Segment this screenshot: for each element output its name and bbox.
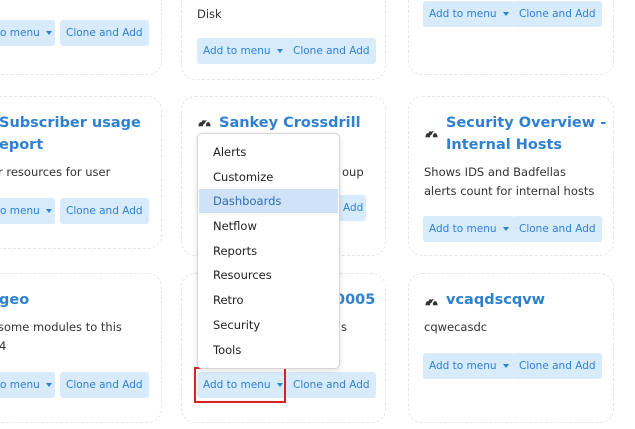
add-to-menu-label: Add to menu: [429, 8, 497, 20]
clone-and-add-button-sankey-fragment[interactable]: Add: [340, 195, 366, 221]
menu-item-reports[interactable]: Reports: [199, 239, 338, 263]
caret-down-icon: [502, 364, 509, 368]
clone-and-add-button-top-middle[interactable]: Clone and Add: [287, 38, 376, 64]
card-description: Shows IDS and Badfellas: [424, 165, 566, 179]
card-description-line2: 4: [0, 339, 7, 353]
menu-item-tools[interactable]: Tools: [199, 338, 338, 362]
menu-item-security[interactable]: Security: [199, 313, 338, 337]
add-to-menu-button-top-right[interactable]: Add to menu: [423, 1, 515, 27]
clone-and-add-label: Clone and Add: [293, 379, 370, 391]
clone-and-add-button-security[interactable]: Clone and Add: [513, 216, 602, 242]
clone-and-add-button-top-right[interactable]: Clone and Add: [513, 1, 602, 27]
menu-item-resources[interactable]: Resources: [199, 263, 338, 287]
add-to-menu-label: o menu: [0, 27, 40, 39]
dashboard-gauge-icon: [425, 129, 438, 138]
add-to-menu-button-vcaqdscqvw[interactable]: Add to menu: [423, 353, 515, 379]
card-description: Disk: [197, 7, 222, 21]
caret-down-icon: [502, 227, 509, 231]
card-description-fragment: oup: [342, 165, 364, 179]
card-description-line2: alerts count for internal hosts: [424, 184, 595, 198]
card-title-fragment[interactable]: 0005: [335, 290, 375, 310]
add-to-menu-button-top-middle[interactable]: Add to menu: [197, 38, 289, 64]
card-title[interactable]: vcaqdscqvw: [446, 290, 545, 310]
clone-and-add-button-subscriber[interactable]: Clone and Add: [60, 198, 149, 224]
clone-and-add-label: Clone and Add: [66, 379, 143, 391]
card-description: cqwecasdc: [424, 320, 488, 334]
add-to-menu-label: o menu: [0, 205, 40, 217]
add-to-menu-label: o menu: [0, 379, 40, 391]
menu-item-retro[interactable]: Retro: [199, 288, 338, 312]
clone-and-add-label: Clone and Add: [66, 205, 143, 217]
highlight-box: [194, 367, 286, 403]
clone-and-add-label: Clone and Add: [66, 27, 143, 39]
clone-and-add-label: Clone and Add: [519, 223, 596, 235]
add-to-menu-label: Add to menu: [429, 360, 497, 372]
card-title[interactable]: geo: [0, 290, 29, 310]
card-description: some modules to this: [0, 320, 122, 334]
card-title[interactable]: Subscriber usage: [0, 113, 141, 133]
menu-item-customize[interactable]: Customize: [199, 165, 338, 189]
card-title-line2[interactable]: eport: [0, 135, 43, 155]
clone-and-add-button-vcaqdscqvw[interactable]: Clone and Add: [513, 353, 602, 379]
card-description-fragment: s: [341, 320, 347, 334]
dashboard-gauge-icon: [425, 297, 438, 306]
caret-down-icon: [45, 31, 52, 35]
dashboard-gauge-icon: [198, 118, 211, 127]
clone-and-add-button-geo[interactable]: Clone and Add: [60, 372, 149, 398]
menu-item-netflow[interactable]: Netflow: [199, 214, 338, 238]
add-to-menu-label: Add to menu: [429, 223, 497, 235]
add-to-menu-label: Add to menu: [203, 45, 271, 57]
card-description: r resources for user: [0, 165, 111, 179]
caret-down-icon: [502, 12, 509, 16]
clone-and-add-label: Clone and Add: [519, 8, 596, 20]
card-title[interactable]: Sankey Crossdrill: [219, 113, 361, 133]
add-to-menu-button-geo[interactable]: o menu: [0, 372, 55, 398]
clone-and-add-button-0005[interactable]: Clone and Add: [287, 372, 376, 398]
card-title-line2[interactable]: Internal Hosts: [446, 135, 562, 155]
add-to-menu-button-security[interactable]: Add to menu: [423, 216, 515, 242]
caret-down-icon: [45, 209, 52, 213]
menu-item-alerts[interactable]: Alerts: [199, 140, 338, 164]
card-title[interactable]: Security Overview -: [446, 113, 606, 133]
add-to-menu-dropdown: Alerts Customize Dashboards Netflow Repo…: [197, 133, 340, 369]
caret-down-icon: [276, 49, 283, 53]
clone-and-add-label: Add: [343, 202, 364, 214]
menu-item-dashboards[interactable]: Dashboards: [199, 189, 338, 213]
clone-and-add-label: Clone and Add: [293, 45, 370, 57]
add-to-menu-button-top-left[interactable]: o menu: [0, 20, 55, 46]
add-to-menu-button-subscriber[interactable]: o menu: [0, 198, 55, 224]
clone-and-add-label: Clone and Add: [519, 360, 596, 372]
caret-down-icon: [45, 383, 52, 387]
clone-and-add-button-top-left[interactable]: Clone and Add: [60, 20, 149, 46]
